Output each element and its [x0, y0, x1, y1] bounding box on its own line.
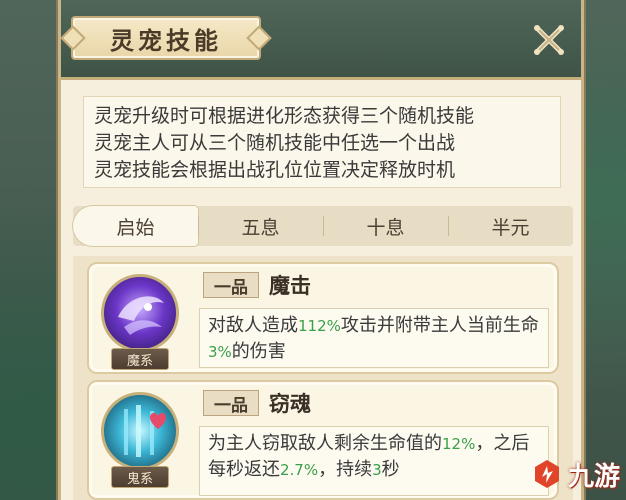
desc-text: 对敌人造成 — [208, 315, 298, 336]
close-button[interactable] — [523, 14, 575, 66]
desc-text: 攻击并附带主人当前生命 — [340, 315, 539, 336]
tab-five-breaths[interactable]: 五息 — [198, 206, 323, 246]
desc-value: 3 — [372, 461, 382, 479]
skill-name: 魔击 — [269, 274, 311, 298]
desc-value: 112% — [298, 317, 341, 335]
desc-text: 为主人窃取敌人剩余生命值的 — [208, 433, 442, 454]
skill-panel: 灵宠技能 灵宠升级时可根据进化形态获得三个随机技能 灵宠主人可从三个随机技能中任… — [58, 0, 584, 500]
desc-value: 3% — [208, 343, 232, 361]
description-line: 灵宠主人可从三个随机技能中任选一个出战 — [94, 132, 456, 154]
desc-value: 12% — [442, 435, 476, 453]
skill-card[interactable]: 魔系 一品 魔击 对敌人造成112%攻击并附带主人当前生命 3%的伤害 — [87, 262, 559, 374]
skill-name: 窃魂 — [269, 392, 311, 416]
demon-skill-icon — [101, 274, 179, 352]
panel-header: 灵宠技能 — [61, 0, 581, 80]
desc-text: 秒 — [381, 459, 400, 480]
stage-tabs: 启始 五息 十息 半元 — [73, 206, 573, 246]
tab-ten-breaths[interactable]: 十息 — [323, 206, 448, 246]
desc-value: 2.7% — [280, 461, 319, 479]
title-plate: 灵宠技能 — [71, 16, 261, 60]
grade-badge: 一品 — [203, 390, 259, 416]
description-box: 灵宠升级时可根据进化形态获得三个随机技能 灵宠主人可从三个随机技能中任选一个出战… — [83, 96, 561, 188]
skill-card[interactable]: 鬼系 一品 窃魂 为主人窃取敌人剩余生命值的12%，之后每秒返还2.7%，持续3… — [87, 380, 559, 500]
grade-badge: 一品 — [203, 272, 259, 298]
desc-text: ，持续 — [318, 459, 373, 480]
ghost-skill-icon — [101, 392, 179, 470]
description-line: 灵宠升级时可根据进化形态获得三个随机技能 — [94, 105, 475, 127]
watermark: 九游 — [530, 454, 620, 494]
watermark-text: 九游 — [567, 461, 620, 492]
tab-half-yuan[interactable]: 半元 — [448, 206, 573, 246]
jiuyou-logo-icon — [534, 460, 559, 488]
element-tag: 鬼系 — [111, 466, 169, 488]
close-x-icon — [534, 25, 564, 55]
description-line: 灵宠技能会根据出战孔位位置决定释放时机 — [94, 159, 456, 181]
tab-start[interactable]: 启始 — [73, 206, 198, 246]
desc-text: 的伤害 — [231, 341, 286, 362]
page-title: 灵宠技能 — [110, 25, 222, 55]
skill-description: 对敌人造成112%攻击并附带主人当前生命 3%的伤害 — [199, 308, 549, 368]
element-tag: 魔系 — [111, 348, 169, 370]
skill-description: 为主人窃取敌人剩余生命值的12%，之后每秒返还2.7%，持续3秒 — [199, 426, 549, 496]
skill-list: 魔系 一品 魔击 对敌人造成112%攻击并附带主人当前生命 3%的伤害 鬼系 一品… — [73, 256, 573, 500]
